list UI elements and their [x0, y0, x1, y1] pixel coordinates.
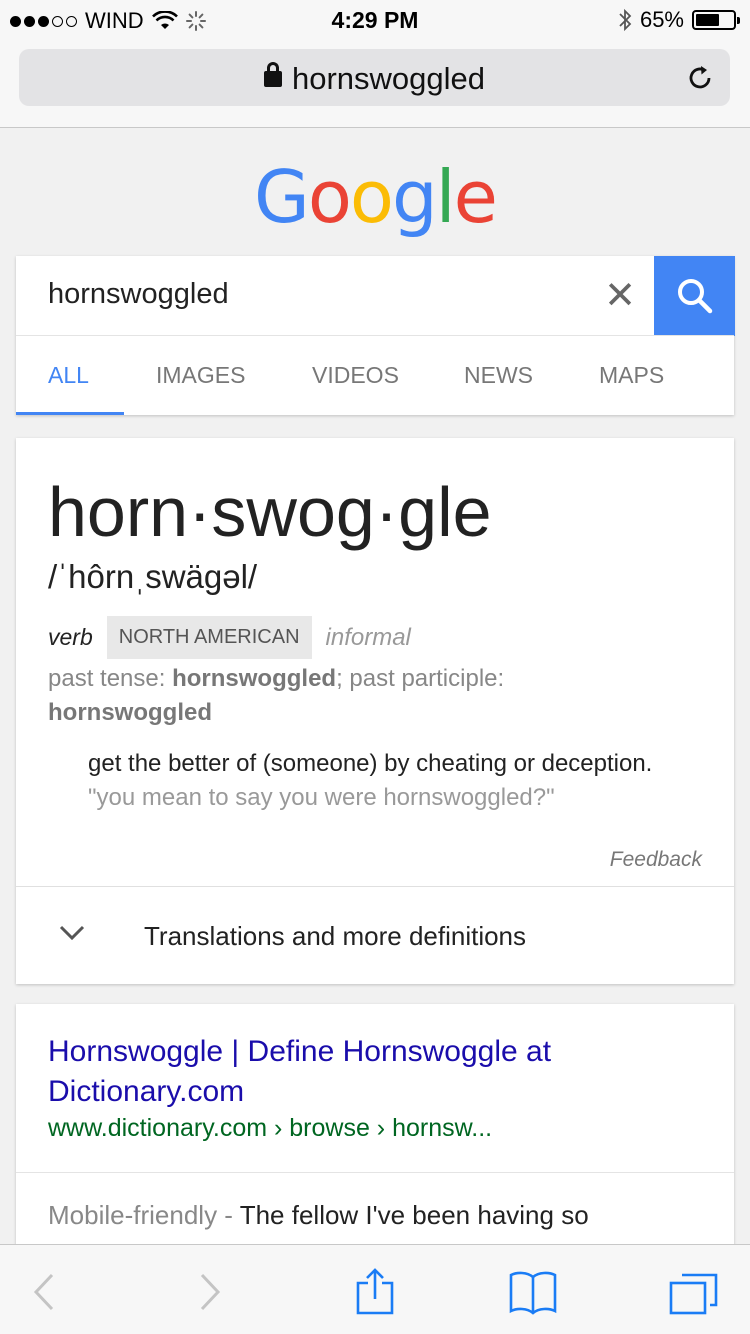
definition-card: horn·swog·gle /ˈhôrnˌswägəl/ verb NORTH … [16, 438, 734, 984]
lock-icon [263, 62, 282, 87]
search-result-card: Hornswoggle | Define Hornswoggle at Dict… [16, 1004, 734, 1264]
past-participle: hornswoggled [48, 699, 212, 726]
past-tense-label: past tense: [48, 665, 173, 692]
verb-forms: past tense: hornswoggled; past participl… [48, 662, 688, 730]
status-bar: WIND 4:29 PM 65% [0, 0, 750, 40]
past-tense: hornswoggled [172, 665, 337, 692]
close-icon: ✕ [604, 274, 636, 317]
mobile-friendly-label: Mobile-friendly - [48, 1200, 240, 1230]
search-icon [677, 279, 712, 314]
region-badge: NORTH AMERICAN [106, 616, 312, 659]
tab-maps[interactable]: MAPS [599, 362, 664, 389]
search-button[interactable] [654, 256, 735, 336]
result-url[interactable]: www.dictionary.com › browse › hornsw... [48, 1114, 492, 1143]
tab-all[interactable]: ALL [48, 362, 89, 389]
more-definitions-label: Translations and more definitions [144, 921, 527, 951]
browser-address-area: hornswoggled [0, 40, 750, 128]
result-snippet-text: The fellow I've been having so [239, 1200, 589, 1230]
feedback-link[interactable]: Feedback [610, 848, 702, 872]
word-labels: verb NORTH AMERICAN informal [48, 616, 411, 659]
result-title-link[interactable]: Hornswoggle | Define Hornswoggle at Dict… [48, 1032, 668, 1112]
back-icon[interactable] [22, 1267, 72, 1317]
address-text-container[interactable]: hornswoggled [19, 61, 730, 97]
search-input[interactable] [48, 278, 568, 311]
part-of-speech: verb [48, 624, 93, 650]
battery-percent: 65% [639, 7, 684, 32]
browser-toolbar [0, 1244, 750, 1334]
tab-videos[interactable]: VIDEOS [312, 362, 399, 389]
definition-text: get the better of (someone) by cheating … [88, 750, 653, 777]
chevron-down-icon [59, 925, 85, 941]
active-tab-indicator [16, 412, 124, 415]
forward-icon[interactable] [184, 1267, 234, 1317]
result-divider [16, 1172, 734, 1173]
share-icon[interactable] [350, 1267, 400, 1317]
tab-images[interactable]: IMAGES [156, 362, 245, 389]
more-definitions-button[interactable]: Translations and more definitions [16, 886, 734, 984]
tabs-icon[interactable] [668, 1267, 718, 1317]
clear-search-button[interactable]: ✕ [600, 272, 640, 318]
battery-icon [692, 10, 740, 30]
bookmarks-icon[interactable] [508, 1267, 558, 1317]
status-right: 65% [618, 7, 740, 33]
past-participle-label: ; past participle: [336, 665, 505, 692]
google-logo: Google [254, 155, 498, 239]
bluetooth-icon [619, 8, 632, 32]
search-card: ✕ ALL IMAGES VIDEOS NEWS MAPS [16, 256, 735, 415]
example-sentence: "you mean to say you were hornswoggled?" [88, 784, 555, 811]
headword: horn·swog·gle [48, 473, 492, 551]
register-label: informal [325, 623, 411, 651]
tab-news[interactable]: NEWS [464, 362, 533, 389]
result-snippet: Mobile-friendly - The fellow I've been h… [48, 1196, 708, 1234]
search-tabs: ALL IMAGES VIDEOS NEWS MAPS [16, 335, 734, 415]
phonetic: /ˈhôrnˌswägəl/ [48, 558, 258, 595]
address-bar[interactable]: hornswoggled [19, 49, 730, 106]
address-url[interactable]: hornswoggled [292, 61, 485, 96]
reload-icon[interactable] [684, 62, 716, 94]
battery-level [696, 14, 720, 26]
